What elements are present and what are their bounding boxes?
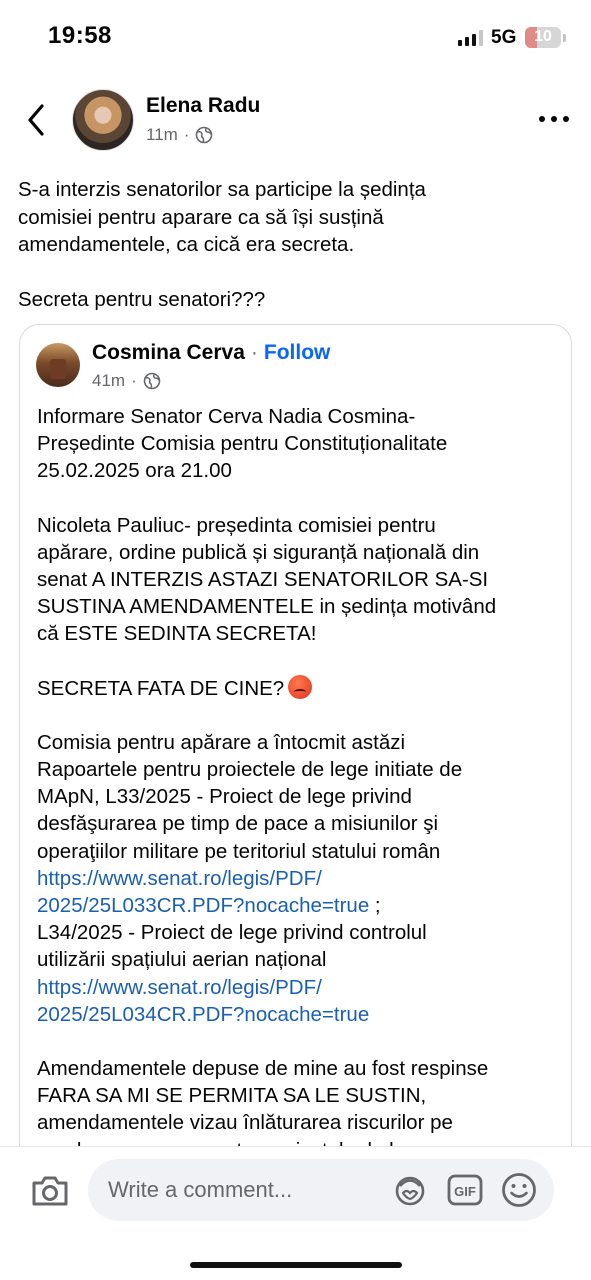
shared-author-avatar[interactable] bbox=[36, 343, 80, 387]
back-button[interactable] bbox=[22, 100, 52, 140]
follow-button[interactable]: Follow bbox=[264, 341, 331, 365]
shared-paragraph: Nicoleta Pauliuc- președinta comisiei pe… bbox=[37, 513, 497, 646]
shared-question-text: SECRETA FATA DE CINE? bbox=[37, 676, 285, 700]
shared-post-time: 41m bbox=[92, 371, 126, 390]
globe-icon bbox=[196, 126, 213, 144]
post-text: S-a interzis senatorilor sa participe la… bbox=[18, 176, 578, 313]
shared-text-segment: Comisia pentru apărare a întocmit astăzi… bbox=[37, 730, 463, 863]
gif-label: GIF bbox=[454, 1184, 476, 1199]
post-meta: 11m · bbox=[146, 125, 213, 145]
chevron-left-icon bbox=[28, 104, 44, 136]
battery-cap bbox=[563, 34, 566, 42]
meta-dot: · bbox=[183, 125, 190, 144]
post-paragraph: S-a interzis senatorilor sa participe la… bbox=[18, 178, 426, 256]
post-time: 11m bbox=[146, 125, 178, 144]
status-time: 19:58 bbox=[48, 22, 112, 49]
gif-button[interactable]: GIF bbox=[447, 1173, 483, 1207]
comment-bar: Write a comment... GIF bbox=[0, 1146, 591, 1280]
post-paragraph: Secreta pentru senatori??? bbox=[18, 287, 266, 311]
comment-input[interactable]: Write a comment... GIF bbox=[88, 1159, 554, 1221]
meta-dot: · bbox=[131, 371, 137, 390]
shared-header: Cosmina Cerva · Follow bbox=[92, 341, 330, 365]
camera-icon bbox=[32, 1176, 68, 1206]
shared-post-card[interactable]: Cosmina Cerva · Follow 41m · Informare S… bbox=[19, 324, 572, 1184]
shared-post-meta: 41m · bbox=[92, 371, 161, 391]
shared-paragraph: Informare Senator Cerva Nadia Cosmina- P… bbox=[37, 405, 448, 483]
comment-placeholder: Write a comment... bbox=[108, 1177, 293, 1202]
shared-paragraph-question: SECRETA FATA DE CINE? bbox=[37, 674, 562, 702]
senate-pdf-link-l34[interactable]: https://www.senat.ro/legis/PDF/ 2025/25L… bbox=[37, 976, 369, 1026]
network-label: 5G bbox=[491, 27, 517, 48]
shared-post-body: Informare Senator Cerva Nadia Cosmina- P… bbox=[37, 403, 562, 1164]
battery-icon: 10 bbox=[525, 27, 561, 48]
battery-percent: 10 bbox=[534, 28, 552, 45]
separator-dot: · bbox=[250, 341, 258, 364]
home-indicator bbox=[190, 1262, 402, 1268]
gif-icon: GIF bbox=[447, 1174, 483, 1206]
angry-face-emoji-icon bbox=[288, 674, 313, 699]
author-avatar[interactable] bbox=[72, 89, 134, 151]
smiley-icon bbox=[502, 1173, 536, 1207]
status-bar: 19:58 5G 10 bbox=[0, 0, 591, 76]
author-name[interactable]: Elena Radu bbox=[146, 94, 260, 118]
globe-icon bbox=[143, 372, 161, 390]
signal-strength-icon bbox=[458, 30, 484, 46]
avatar-sticker-button[interactable] bbox=[392, 1173, 428, 1207]
more-horizontal-icon bbox=[539, 116, 569, 122]
emoji-button[interactable] bbox=[500, 1171, 538, 1209]
senate-pdf-link-l33[interactable]: https://www.senat.ro/legis/PDF/ 2025/25L… bbox=[37, 867, 369, 917]
camera-button[interactable] bbox=[30, 1174, 70, 1208]
avatar-sticker-icon bbox=[395, 1176, 425, 1206]
more-options-button[interactable] bbox=[537, 104, 571, 134]
shared-author-name[interactable]: Cosmina Cerva bbox=[92, 341, 245, 365]
shared-paragraph-links: Comisia pentru apărare a întocmit astăzi… bbox=[37, 729, 562, 1028]
